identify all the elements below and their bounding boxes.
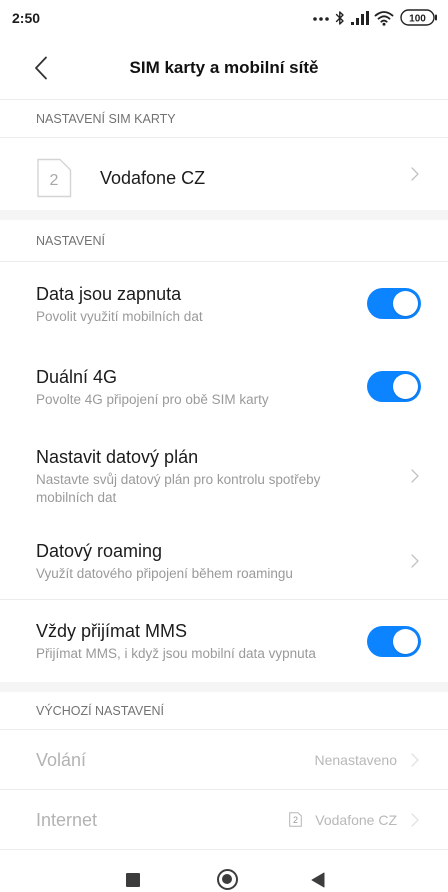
row-subtitle: Nastavte svůj datový plán pro kontrolu s… xyxy=(36,471,321,505)
row-subtitle: Využít datového připojení během roamingu xyxy=(36,566,293,581)
home-circle-icon[interactable] xyxy=(217,869,238,890)
chevron-right-icon xyxy=(411,554,419,568)
row-title: Datový roaming xyxy=(36,541,163,561)
toggle-knob xyxy=(393,291,418,316)
section-header-sim: NASTAVENÍ SIM KARTY xyxy=(0,100,448,138)
dual-4g-row[interactable]: Duální 4G Povolte 4G připojení pro obě S… xyxy=(0,345,448,428)
row-title: Data jsou zapnuta xyxy=(36,283,182,304)
sim-card-row[interactable]: 2 Vodafone CZ xyxy=(0,138,448,210)
sim-slot-number: 2 xyxy=(293,815,298,825)
recents-square-icon[interactable] xyxy=(126,873,140,887)
status-time: 2:50 xyxy=(12,10,41,26)
chevron-right-icon xyxy=(411,468,419,483)
dual-4g-toggle[interactable] xyxy=(367,371,421,402)
sim-card-icon: 2 xyxy=(37,158,72,198)
toggle-knob xyxy=(393,628,418,654)
chevron-right-icon xyxy=(411,752,419,767)
default-calls-row: Volání Nenastaveno xyxy=(0,730,448,790)
signal-icon xyxy=(351,11,369,25)
home-dot xyxy=(222,874,232,884)
app-header: SIM karty a mobilní sítě xyxy=(0,36,448,100)
row-title: Internet xyxy=(36,809,98,830)
section-separator xyxy=(0,682,448,692)
back-triangle-icon[interactable] xyxy=(311,872,325,888)
row-title: Vždy přijímat MMS xyxy=(36,621,188,641)
data-roaming-row[interactable]: Datový roaming Využít datového připojení… xyxy=(0,523,448,600)
page-title: SIM karty a mobilní sítě xyxy=(129,57,319,77)
bluetooth-icon xyxy=(335,11,344,25)
back-button[interactable] xyxy=(26,52,56,84)
wifi-icon xyxy=(374,11,394,26)
always-receive-mms-toggle[interactable] xyxy=(367,625,421,657)
status-bar: 2:50 100 xyxy=(0,0,448,36)
row-title: Nastavit datový plán xyxy=(36,446,199,467)
mobile-data-toggle[interactable] xyxy=(367,288,421,319)
row-title: Duální 4G xyxy=(36,366,118,387)
sim-card-name: Vodafone CZ xyxy=(100,167,206,188)
navigation-bar xyxy=(0,850,448,892)
toggle-knob xyxy=(393,374,418,399)
row-title: Volání xyxy=(36,749,87,770)
row-subtitle: Přijímat MMS, i když jsou mobilní data v… xyxy=(36,646,316,661)
data-plan-row[interactable]: Nastavit datový plán Nastavte svůj datov… xyxy=(0,428,448,523)
chevron-right-icon xyxy=(411,167,419,181)
battery-level: 100 xyxy=(409,13,426,24)
default-internet-row: Internet 2 Vodafone CZ xyxy=(0,790,448,850)
section-header-default: VÝCHOZÍ NASTAVENÍ xyxy=(0,692,448,730)
section-separator xyxy=(0,210,448,220)
sim-slot-number: 2 xyxy=(50,172,59,189)
default-calls-value: Nenastaveno xyxy=(314,751,397,768)
always-receive-mms-row[interactable]: Vždy přijímat MMS Přijímat MMS, i když j… xyxy=(0,600,448,682)
default-internet-value: Vodafone CZ xyxy=(315,811,397,828)
section-header-settings: NASTAVENÍ xyxy=(0,220,448,262)
sim-card-icon: 2 xyxy=(289,812,303,827)
chevron-left-icon xyxy=(35,56,47,80)
row-subtitle: Povolit využití mobilních dat xyxy=(36,308,203,324)
more-dots-icon xyxy=(313,17,329,21)
battery-icon: 100 xyxy=(400,9,437,26)
chevron-right-icon xyxy=(411,812,419,827)
row-subtitle: Povolte 4G připojení pro obě SIM karty xyxy=(36,391,269,407)
mobile-data-row[interactable]: Data jsou zapnuta Povolit využití mobiln… xyxy=(0,262,448,345)
